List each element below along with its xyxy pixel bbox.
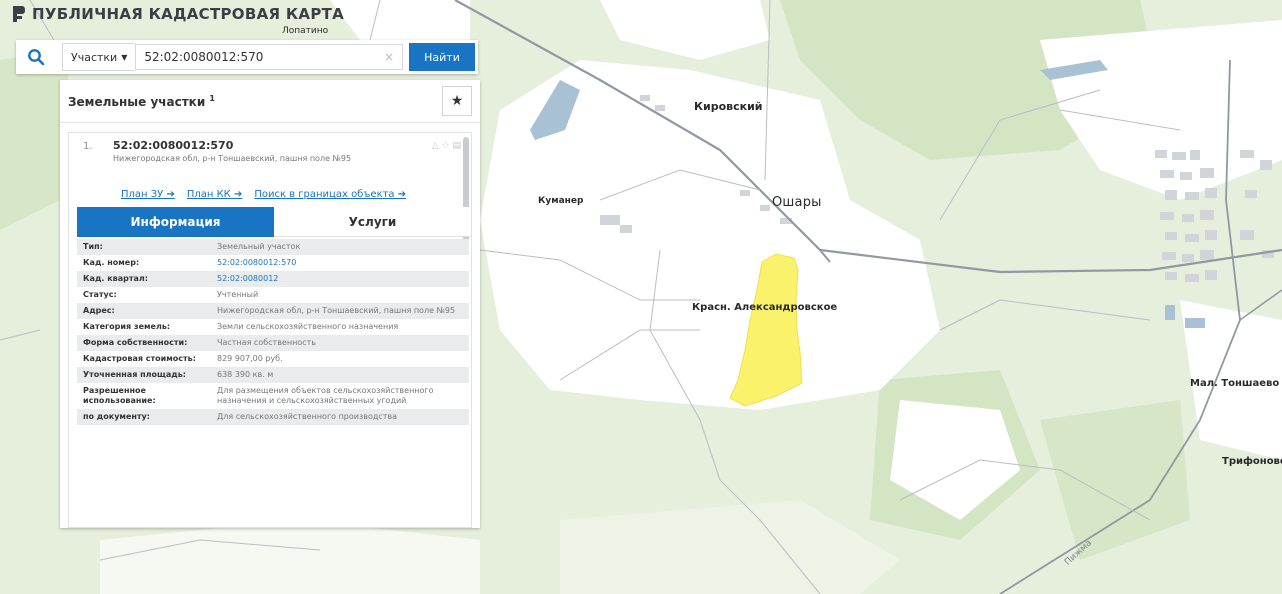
panel-title-text: Земельные участки: [68, 94, 206, 109]
info-key: Разрешенное использование:: [83, 386, 156, 405]
search-bar: Участки ▼ × Найти: [16, 40, 478, 74]
favorites-button[interactable]: ★: [442, 86, 472, 116]
result-card[interactable]: 1. 52:02:0080012:570 Нижегородская обл, …: [68, 132, 472, 528]
table-row: Форма собственности: Частная собственност…: [77, 335, 469, 351]
result-links: План ЗУ ➔ План КК ➔ Поиск в границах объ…: [121, 189, 406, 200]
link-plan-kk[interactable]: План КК ➔: [187, 189, 243, 200]
tab-information[interactable]: Информация: [77, 207, 274, 237]
search-type-label: Участки: [71, 50, 118, 64]
info-value: Для сельскохозяйственного производства: [217, 412, 398, 421]
star-icon: ★: [450, 93, 464, 109]
info-value: Нижегородская обл, р-н Тоншаевский, пашн…: [217, 306, 456, 315]
info-key: Статус:: [83, 290, 117, 299]
map-label-mal-tonshaevo: Мал. Тоншаево: [1190, 378, 1280, 389]
info-value: Учтенный: [217, 290, 259, 299]
info-key: Кадастровая стоимость:: [83, 354, 196, 363]
clear-icon[interactable]: ×: [384, 50, 394, 64]
map-label-trifonovo: Трифоново: [1222, 456, 1282, 467]
print-icon[interactable]: ▤: [452, 141, 461, 151]
info-key: по документу:: [83, 412, 150, 421]
info-value-link[interactable]: 52:02:0080012: [211, 271, 469, 287]
info-value: 638 390 кв. м: [217, 370, 274, 379]
info-key: Категория земель:: [83, 322, 171, 331]
star-outline-icon[interactable]: ☆: [442, 141, 450, 151]
info-key: Адрес:: [83, 306, 115, 315]
map-label-kumaner: Куманер: [538, 196, 584, 206]
table-row: Категория земель: Земли сельскохозяйствен…: [77, 319, 469, 335]
results-count: 1: [209, 93, 215, 103]
tab-services[interactable]: Услуги: [274, 207, 471, 237]
info-key: Кад. квартал:: [83, 274, 148, 283]
info-key: Уточненная площадь:: [83, 370, 186, 379]
map-label-krasn-aleksandrovskoe: Красн. Александровское: [692, 302, 838, 313]
app-header: ПУБЛИЧНАЯ КАДАСТРОВАЯ КАРТА: [0, 0, 344, 28]
link-search-in-bounds[interactable]: Поиск в границах объекта ➔: [254, 189, 406, 200]
info-value-link[interactable]: 52:02:0080012:570: [211, 255, 469, 271]
search-type-dropdown[interactable]: Участки ▼: [62, 43, 136, 71]
app-logo-icon: [13, 6, 25, 22]
table-row: Статус: Учтенный: [77, 287, 469, 303]
info-key: Тип:: [83, 242, 103, 251]
link-plan-zu[interactable]: План ЗУ ➔: [121, 189, 175, 200]
result-tabs: Информация Услуги: [77, 207, 471, 237]
table-row: Разрешенное использование: Для размещения…: [77, 383, 469, 409]
result-address: Нижегородская обл, р-н Тоншаевский, пашн…: [113, 154, 352, 163]
info-value: Частная собственность: [217, 338, 316, 347]
table-row: Кад. номер: 52:02:0080012:570: [77, 255, 469, 271]
info-key: Кад. номер:: [83, 258, 140, 267]
chevron-down-icon: ▼: [121, 52, 128, 62]
panel-header: Земельные участки 1 ★: [60, 80, 480, 123]
table-row: Кадастровая стоимость: 829 907,00 руб.: [77, 351, 469, 367]
warning-icon[interactable]: △: [432, 141, 439, 151]
info-value: Земельный участок: [217, 242, 301, 251]
info-value: Земли сельскохозяйственного назначения: [217, 322, 399, 331]
map-label-kirovsky: Кировский: [694, 100, 763, 113]
result-index: 1.: [83, 141, 93, 152]
info-key: Форма собственности:: [83, 338, 188, 347]
search-button[interactable]: Найти: [409, 43, 475, 71]
search-input[interactable]: [135, 44, 403, 70]
info-table: Тип: Земельный участок Кад. номер: 52:02:0…: [77, 239, 469, 425]
info-value: 829 907,00 руб.: [217, 354, 283, 363]
result-tools: △ ☆ ▤: [432, 141, 461, 151]
results-panel: Земельные участки 1 ★ 1. 52:02:0080012:5…: [60, 80, 480, 528]
table-row: Кад. квартал: 52:02:0080012: [77, 271, 469, 287]
table-row: по документу: Для сельскохозяйственного п…: [77, 409, 469, 425]
table-row: Адрес: Нижегородская обл, р-н Тоншаевский…: [77, 303, 469, 319]
panel-title: Земельные участки 1: [68, 94, 215, 109]
search-icon[interactable]: [16, 40, 56, 74]
table-row: Тип: Земельный участок: [77, 239, 469, 255]
table-row: Уточненная площадь: 638 390 кв. м: [77, 367, 469, 383]
info-value: Для размещения объектов сельскохозяйстве…: [217, 386, 434, 405]
map-label-oshary: Ошары: [772, 195, 822, 210]
app-title: ПУБЛИЧНАЯ КАДАСТРОВАЯ КАРТА: [32, 5, 345, 23]
result-cadastral-number[interactable]: 52:02:0080012:570: [113, 139, 233, 152]
